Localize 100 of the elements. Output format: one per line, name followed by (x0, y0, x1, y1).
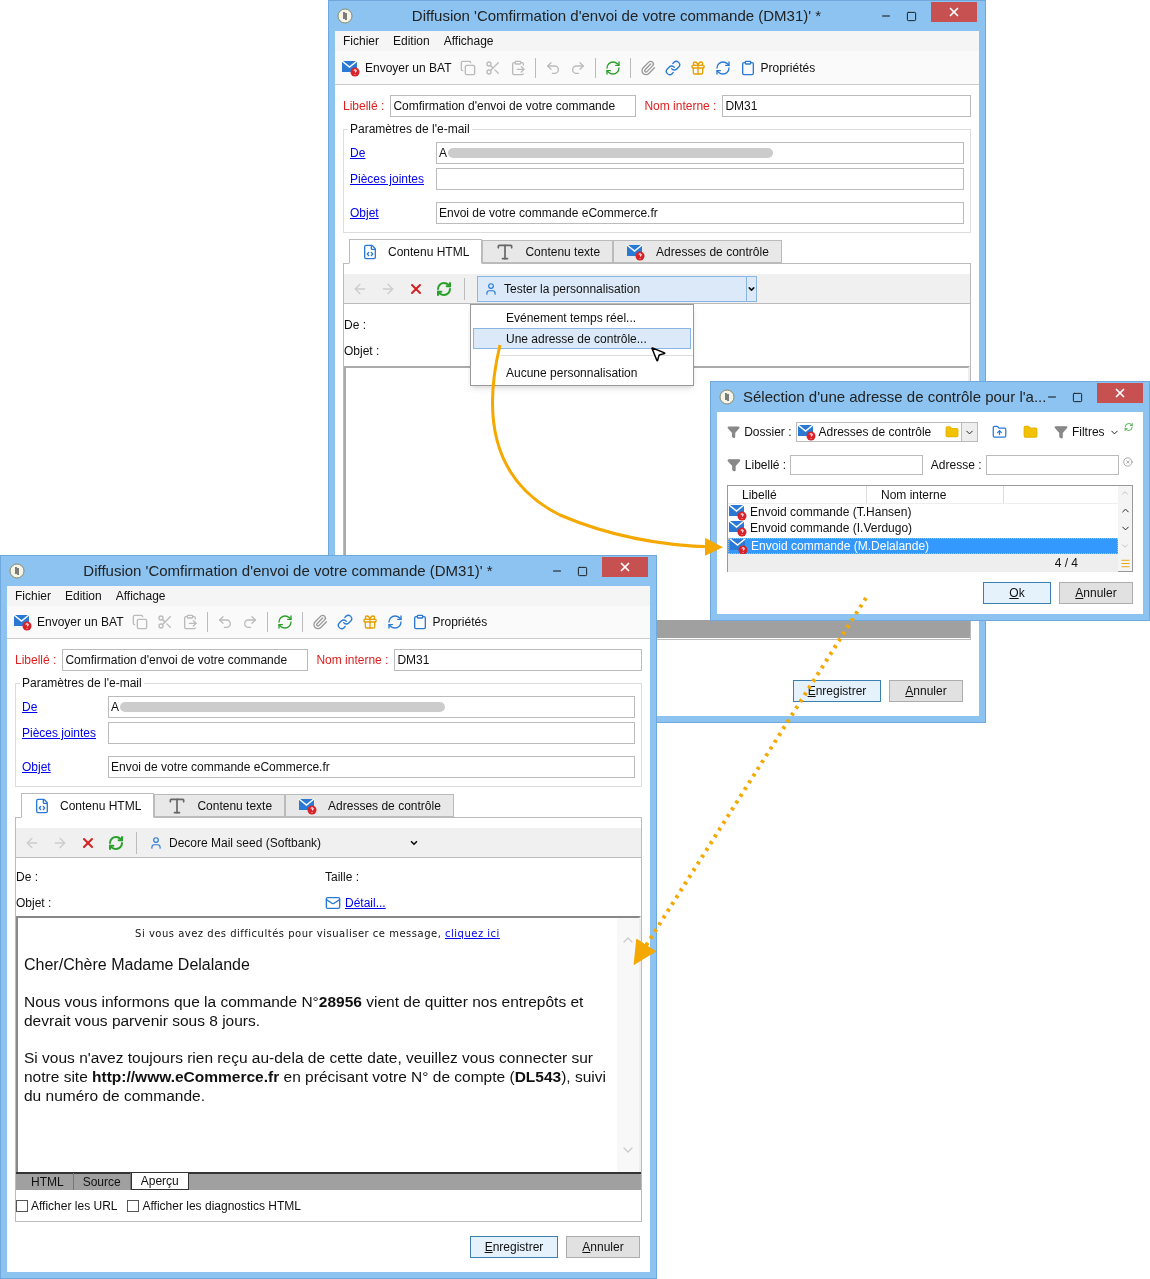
refresh-icon[interactable] (1123, 422, 1133, 432)
tab[interactable]: Adresses de contrôle (285, 794, 454, 817)
refresh-icon[interactable] (605, 59, 622, 76)
mail-icon[interactable] (13, 612, 33, 631)
menu-icon[interactable] (1119, 558, 1131, 569)
copy-icon[interactable] (460, 59, 477, 76)
input-field[interactable]: Envoi de votre commande eCommerce.fr (436, 202, 964, 224)
maximize-icon[interactable] (1072, 391, 1084, 403)
link[interactable]: Pièces jointes (350, 170, 436, 188)
clear-icon[interactable] (1123, 457, 1133, 467)
input-field[interactable]: A (108, 696, 635, 718)
cancel-button[interactable]: Annuler (889, 680, 963, 702)
list-row[interactable]: Envoid commande (T.Hansen) (728, 504, 1118, 520)
column-header[interactable]: Libellé (728, 486, 867, 503)
dropdown[interactable]: Tester la personnalisation (477, 275, 757, 302)
input-field[interactable] (436, 168, 964, 190)
folder-combo[interactable]: Adresses de contrôle (795, 422, 978, 442)
cancel-button[interactable]: Annuler (566, 1236, 640, 1258)
input-field[interactable]: DM31 (394, 649, 642, 671)
input-field[interactable]: DM31 (722, 95, 971, 117)
menu-item[interactable]: Fichier (343, 32, 379, 50)
redo-icon[interactable] (570, 59, 587, 76)
mail-icon[interactable] (341, 58, 361, 77)
send-proof-button[interactable]: Envoyer un BAT (341, 58, 452, 77)
paperclip-icon[interactable] (640, 59, 657, 76)
tab[interactable]: HTML (22, 1173, 74, 1190)
menu-item[interactable]: Une adresse de contrôle... (473, 328, 691, 349)
undo-icon[interactable] (545, 59, 562, 76)
menu-item[interactable]: Aucune personnalisation (473, 362, 691, 383)
close-button[interactable] (602, 557, 648, 577)
refresh-icon[interactable] (436, 280, 452, 297)
filter-icon (1053, 425, 1068, 439)
redo-icon[interactable] (242, 613, 259, 630)
cut-icon[interactable] (157, 613, 174, 630)
send-proof-button[interactable]: Envoyer un BAT (13, 612, 124, 631)
close-button[interactable] (1097, 383, 1144, 403)
menu-item[interactable]: Edition (65, 586, 102, 605)
link-icon[interactable] (665, 59, 682, 76)
record-count: 4 / 4 (1054, 555, 1079, 572)
save-button[interactable]: Enregistrer (470, 1236, 558, 1258)
link[interactable]: De (22, 698, 108, 716)
properties-button[interactable]: Propriétés (412, 612, 488, 631)
menu-item[interactable]: Affichage (443, 32, 494, 50)
list-row[interactable]: Envoid commande (I.Verdugo) (728, 520, 1118, 536)
tab[interactable]: Contenu HTML (21, 793, 155, 818)
sync-icon[interactable] (387, 613, 404, 630)
checkbox[interactable]: Afficher les diagnostics HTML (127, 1197, 301, 1215)
refresh-icon[interactable] (108, 834, 124, 851)
field-label: Libellé : (744, 457, 787, 474)
input-field[interactable] (790, 455, 923, 475)
paperclip-icon[interactable] (312, 613, 329, 630)
cancel-button[interactable]: Annuler (1059, 582, 1133, 604)
menu-item[interactable]: Edition (393, 32, 430, 50)
menu-item[interactable]: Fichier (15, 586, 51, 605)
input-field[interactable]: Comfirmation d'envoi de votre commande (62, 649, 309, 671)
link[interactable]: De (350, 144, 436, 162)
tab[interactable]: Contenu texte (154, 794, 286, 817)
folder-icon[interactable] (1022, 424, 1038, 440)
close-button[interactable] (931, 2, 977, 22)
scroll-top-icon[interactable] (1120, 488, 1130, 498)
maximize-icon[interactable] (906, 10, 917, 22)
link-icon[interactable] (337, 613, 354, 630)
menu-item[interactable]: Evénement temps réel... (473, 307, 691, 328)
copy-icon[interactable] (132, 613, 149, 630)
ok-button[interactable]: Ok (983, 582, 1051, 604)
link[interactable]: Pièces jointes (22, 724, 108, 742)
input-field[interactable]: Comfirmation d'envoi de votre commande (390, 95, 637, 117)
tab[interactable]: Aperçu (130, 1173, 189, 1190)
input-field[interactable]: A (436, 142, 964, 164)
tab[interactable]: Contenu HTML (349, 239, 483, 264)
paste-icon[interactable] (510, 59, 527, 76)
link[interactable]: Objet (22, 758, 108, 776)
maximize-icon[interactable] (577, 565, 588, 577)
link[interactable]: Objet (350, 204, 436, 222)
column-header[interactable]: Nom interne (867, 486, 1004, 503)
tab[interactable]: Source (73, 1173, 131, 1190)
scroll-bottom-icon[interactable] (1120, 541, 1130, 551)
paste-icon[interactable] (182, 613, 199, 630)
input-field[interactable] (985, 455, 1120, 475)
input-field[interactable] (108, 722, 635, 744)
link[interactable]: cliquez ici (445, 928, 500, 939)
detail-link[interactable]: Détail... (325, 894, 386, 912)
refresh-icon[interactable] (277, 613, 294, 630)
html-file-icon (362, 243, 378, 260)
folder-icon[interactable] (944, 425, 959, 439)
tab[interactable]: Adresses de contrôle (613, 240, 782, 263)
cut-icon[interactable] (485, 59, 502, 76)
gift-icon[interactable] (362, 613, 379, 630)
save-button[interactable]: Enregistrer (793, 680, 881, 702)
checkbox[interactable]: Afficher les URL (16, 1197, 118, 1215)
mail-icon (728, 519, 748, 537)
folder-up-icon[interactable] (991, 424, 1007, 440)
properties-button[interactable]: Propriétés (740, 58, 816, 77)
input-field[interactable]: Envoi de votre commande eCommerce.fr (108, 756, 635, 778)
menu-item[interactable]: Affichage (115, 586, 166, 605)
tab[interactable]: Contenu texte (482, 240, 614, 263)
sync-icon[interactable] (715, 59, 732, 76)
filters-button[interactable]: Filtres (1053, 423, 1120, 441)
gift-icon[interactable] (690, 59, 707, 76)
undo-icon[interactable] (217, 613, 234, 630)
